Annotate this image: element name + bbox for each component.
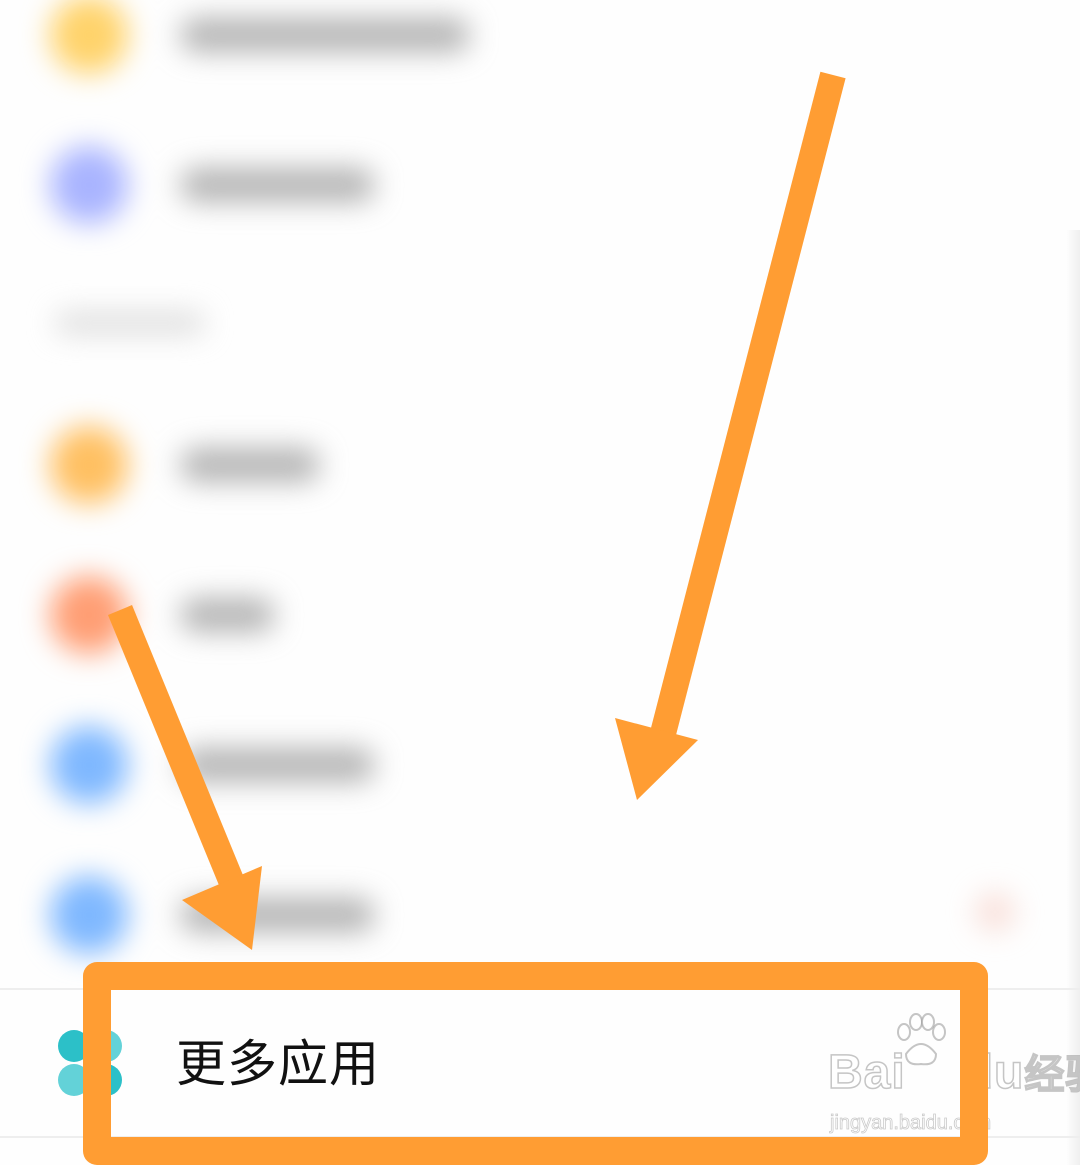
app-name-placeholder [180, 18, 470, 52]
list-item[interactable] [0, 560, 1080, 670]
app-name-placeholder [180, 448, 320, 482]
list-item[interactable] [0, 0, 1080, 90]
divider [0, 1136, 1080, 1138]
list-item[interactable] [0, 710, 1080, 820]
app-name-placeholder [180, 168, 375, 202]
badge-dot [975, 892, 1015, 932]
more-apps-icon [58, 1030, 122, 1096]
list-item[interactable] [0, 860, 1080, 970]
list-item[interactable] [0, 130, 1080, 240]
blurred-app-list [0, 0, 1080, 960]
list-item[interactable] [0, 410, 1080, 520]
app-name-placeholder [180, 598, 275, 632]
app-icon [50, 726, 128, 804]
app-icon [50, 146, 128, 224]
phone-screen: 更多应用 Baidu经验 jingyan.baidu.com [0, 0, 1080, 1165]
more-apps-label: 更多应用 [176, 1035, 380, 1093]
app-name-placeholder [180, 898, 375, 932]
app-icon [50, 0, 128, 74]
app-icon [50, 576, 128, 654]
app-icon [50, 876, 128, 954]
more-apps-item[interactable]: 更多应用 [0, 990, 1080, 1136]
app-name-placeholder [180, 748, 375, 782]
app-icon [50, 426, 128, 504]
section-header-placeholder [55, 312, 205, 334]
